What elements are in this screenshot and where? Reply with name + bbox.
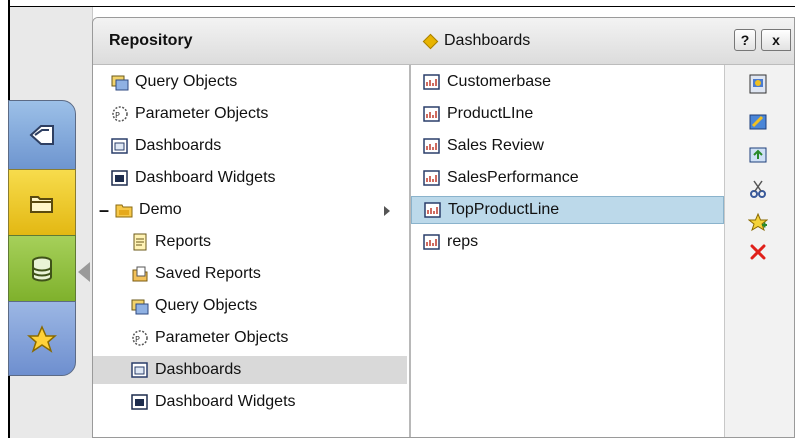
query-objects-icon: [111, 75, 129, 91]
parameter-objects-icon: P: [112, 106, 128, 122]
tree-item-label: Reports: [155, 233, 212, 250]
tree-item-label: Parameter Objects: [155, 329, 289, 346]
list-item[interactable]: Sales Review: [423, 132, 544, 160]
breadcrumb: Dashboards: [422, 32, 531, 50]
tree-item-label: Query Objects: [135, 73, 238, 90]
dashboard-file-icon: [423, 170, 440, 186]
tag-icon: [29, 125, 54, 145]
tree-item-label: Dashboard Widgets: [155, 393, 296, 410]
svg-text:P: P: [115, 111, 120, 120]
dashboard-file-icon: [423, 74, 440, 90]
tab-favorites[interactable]: [8, 301, 76, 376]
breadcrumb-label: Dashboards: [444, 32, 531, 49]
list-item-label: reps: [447, 233, 479, 250]
dashboard-file-icon: [423, 106, 440, 122]
list-item-label: SalesPerformance: [447, 169, 579, 186]
query-objects-icon: [131, 299, 149, 315]
refresh-icon: [749, 147, 767, 163]
dashboard-widgets-icon: [111, 170, 128, 186]
list-item[interactable]: Customerbase: [423, 68, 551, 96]
action-toolbar: [725, 65, 794, 437]
tree-item-query-objects[interactable]: Query Objects: [111, 68, 237, 96]
tab-repository[interactable]: [8, 169, 76, 236]
svg-text:P: P: [135, 335, 140, 344]
delete-icon: [750, 244, 766, 260]
edit-button[interactable]: [747, 111, 769, 133]
list-item-label: ProductLIne: [447, 105, 534, 122]
star-icon: [27, 324, 57, 353]
open-icon: [749, 74, 767, 94]
folder-icon: [115, 204, 133, 218]
list-item-label: Customerbase: [447, 73, 552, 90]
repository-panel: Repository Dashboards ? x Query Objects …: [92, 17, 795, 438]
active-tab-pointer: [78, 262, 90, 282]
tree-item-dashboards[interactable]: Dashboards: [111, 132, 221, 160]
close-button[interactable]: x: [761, 29, 791, 51]
tree-item-dashboard-widgets[interactable]: Dashboard Widgets: [111, 164, 276, 192]
list-item[interactable]: reps: [423, 228, 478, 256]
open-button[interactable]: [747, 73, 769, 95]
repository-tree: Query Objects P Parameter Objects Dashbo…: [93, 65, 411, 437]
favorite-add-icon: [748, 212, 768, 232]
tab-database[interactable]: [8, 235, 76, 302]
tree-item-label: Dashboards: [135, 137, 222, 154]
dashboard-file-icon: [423, 138, 440, 154]
chevron-right-icon[interactable]: [384, 206, 390, 216]
collapse-icon[interactable]: –: [99, 200, 109, 221]
list-item-label: Sales Review: [447, 137, 544, 154]
tree-item-label: Demo: [139, 201, 182, 218]
list-item[interactable]: ProductLIne: [423, 100, 533, 128]
delete-button[interactable]: [747, 241, 769, 263]
cut-button[interactable]: [747, 178, 769, 200]
database-icon: [32, 256, 52, 281]
tree-item-label: Query Objects: [155, 297, 258, 314]
dashboard-file-icon: [424, 202, 441, 218]
list-item[interactable]: SalesPerformance: [423, 164, 579, 192]
side-tab-bar: [8, 100, 78, 376]
add-favorite-button[interactable]: [747, 211, 769, 233]
help-button[interactable]: ?: [734, 29, 756, 51]
saved-reports-icon: [132, 266, 148, 282]
edit-icon: [749, 114, 767, 130]
tree-item-parameter-objects[interactable]: P Parameter Objects: [111, 100, 268, 128]
dashboards-icon: [111, 138, 128, 154]
tree-item-label: Saved Reports: [155, 265, 261, 282]
reports-icon: [133, 233, 147, 251]
dashboard-file-icon: [423, 234, 440, 250]
dashboard-widgets-icon: [131, 394, 148, 410]
dashboards-icon: [131, 362, 148, 378]
list-item-selected[interactable]: TopProductLine: [411, 196, 724, 224]
panel-title: Repository: [109, 32, 193, 49]
tree-item-label: Dashboards: [155, 361, 242, 378]
tab-recent[interactable]: [8, 100, 76, 170]
cut-icon: [750, 180, 766, 198]
frame-top-border: [10, 6, 795, 7]
diamond-icon: [422, 33, 439, 49]
list-item-label: TopProductLine: [448, 201, 560, 218]
panel-header: Repository Dashboards ? x: [93, 18, 794, 65]
tree-item-label: Parameter Objects: [135, 105, 269, 122]
tree-item-dashboards-selected[interactable]: Dashboards: [93, 356, 407, 384]
folder-open-icon: [30, 195, 53, 213]
tree-item-dashboard-widgets[interactable]: Dashboard Widgets: [131, 388, 296, 416]
tree-item-reports[interactable]: Reports: [131, 228, 211, 256]
tree-item-query-objects[interactable]: Query Objects: [131, 292, 257, 320]
tree-item-saved-reports[interactable]: Saved Reports: [131, 260, 261, 288]
dashboard-list: Customerbase ProductLIne Sales Review Sa…: [411, 65, 725, 437]
tree-item-parameter-objects[interactable]: P Parameter Objects: [131, 324, 288, 352]
tree-item-label: Dashboard Widgets: [135, 169, 276, 186]
parameter-objects-icon: P: [132, 330, 148, 346]
tree-item-demo[interactable]: – Demo: [99, 196, 182, 224]
refresh-button[interactable]: [747, 144, 769, 166]
